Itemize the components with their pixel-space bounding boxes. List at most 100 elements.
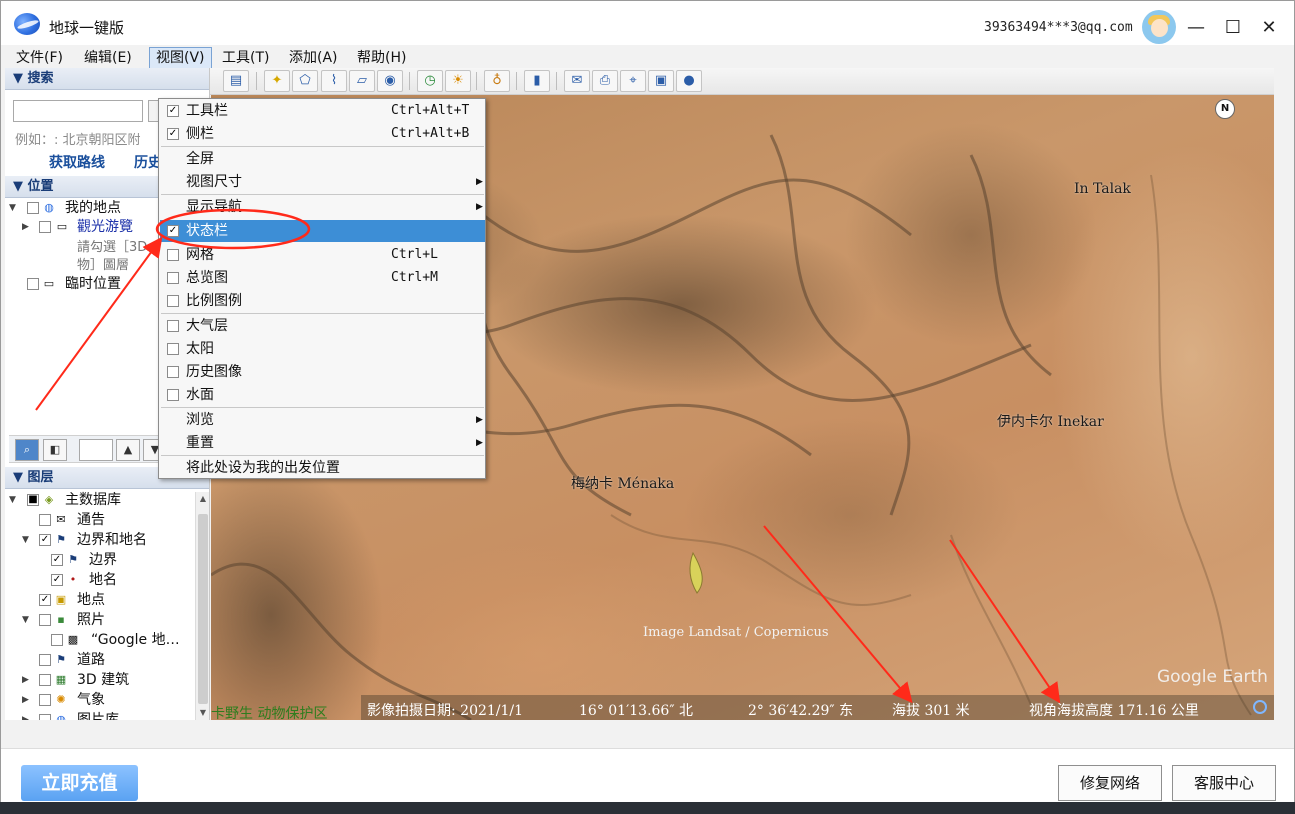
layer-photos[interactable]: ▼ ▪ 照片 <box>5 610 193 630</box>
ruler-icon[interactable]: ▮ <box>524 70 550 92</box>
bottom-bar: 立即充值 修复网络 客服中心 <box>1 748 1294 803</box>
layer-notices[interactable]: ✉ 通告 <box>5 510 193 530</box>
view-menu-scale-legend[interactable]: 比例图例 <box>160 290 485 312</box>
menu-add[interactable]: 添加(A) <box>283 47 344 69</box>
history-clock-icon[interactable]: ◷ <box>417 70 443 92</box>
title-bar: 地球一键版 39363494***3@qq.com — ☐ ✕ <box>1 1 1294 45</box>
close-button[interactable]: ✕ <box>1256 15 1282 41</box>
checkbox-unchecked <box>167 295 179 307</box>
view-menu-toolbar[interactable]: ✓ 工具栏 Ctrl+Alt+T <box>160 100 485 122</box>
avatar[interactable] <box>1142 10 1176 44</box>
streaming-indicator-icon <box>1253 700 1267 714</box>
layer-place-names[interactable]: ✓ • 地名 <box>5 570 193 590</box>
view-menu-grid[interactable]: 网格 Ctrl+L <box>160 244 485 266</box>
layer-borders[interactable]: ✓ ⚑ 边界 <box>5 550 193 570</box>
support-center-button[interactable]: 客服中心 <box>1172 765 1276 801</box>
nav-input[interactable] <box>79 439 113 461</box>
view-menu-water-surface[interactable]: 水面 <box>160 384 485 406</box>
photo-icon: ▪ <box>57 613 65 626</box>
google-earth-logo: Google Earth <box>1157 667 1268 687</box>
print-icon[interactable]: ⎙ <box>592 70 618 92</box>
view-menu-view-size[interactable]: 视图尺寸 ▶ <box>160 171 485 193</box>
placemark-icon[interactable]: ✦ <box>264 70 290 92</box>
places-panel-title: 位置 <box>27 179 54 194</box>
email-icon[interactable]: ✉ <box>564 70 590 92</box>
checkbox-unchecked <box>167 366 179 378</box>
status-eye-altitude: 视角海拔高度 171.16 公里 <box>1029 703 1199 719</box>
checkbox-unchecked <box>167 343 179 355</box>
view-menu-sun[interactable]: 太阳 <box>160 338 485 360</box>
place-icon: ▣ <box>55 593 67 606</box>
checkbox-unchecked <box>167 320 179 332</box>
view-menu-reset[interactable]: 重置 ▶ <box>160 432 485 454</box>
view-menu-set-start-location[interactable]: 将此处设为我的出发位置 <box>160 457 485 479</box>
menu-file[interactable]: 文件(F) <box>10 47 69 69</box>
layers-panel-title: 图层 <box>27 470 54 485</box>
app-window: 地球一键版 39363494***3@qq.com — ☐ ✕ 文件(F) 编辑… <box>0 0 1295 814</box>
search-panel-header[interactable]: ▼ 搜索 <box>5 68 209 90</box>
polygon-icon[interactable]: ⬠ <box>292 70 318 92</box>
status-elevation: 海拔 301 米 <box>892 703 970 719</box>
layers-scrollbar[interactable]: ▲ ▼ <box>195 492 209 720</box>
search-hint: 例如：: 北京朝阳区附 <box>15 133 141 148</box>
search-toggle-icon[interactable]: ⌕ <box>15 439 39 461</box>
view-menu-historical-imagery[interactable]: 历史图像 <box>160 361 485 383</box>
maximize-button[interactable]: ☐ <box>1220 15 1246 41</box>
map-label-reserve: 卡野生 动物保护区 <box>211 706 328 720</box>
move-up-icon[interactable]: ▲ <box>116 439 140 461</box>
database-icon: ◈ <box>44 493 54 506</box>
tour-icon[interactable]: ◉ <box>377 70 403 92</box>
layer-primary-db[interactable]: ▼ ■ ◈ 主数据库 <box>5 490 193 510</box>
menu-tools[interactable]: 工具(T) <box>216 47 275 69</box>
layer-gallery[interactable]: ▶ ◍ 图片库 <box>5 710 193 720</box>
account-email[interactable]: 39363494***3@qq.com <box>984 20 1133 35</box>
layer-3d-buildings[interactable]: ▶ ▦ 3D 建筑 <box>5 670 193 690</box>
save-image-icon[interactable]: ▣ <box>648 70 674 92</box>
view-menu-atmosphere[interactable]: 大气层 <box>160 315 485 337</box>
menu-help[interactable]: 帮助(H) <box>351 47 412 69</box>
repair-network-button[interactable]: 修复网络 <box>1058 765 1162 801</box>
gallery-icon: ◍ <box>56 713 66 721</box>
map-label-inekar: 伊内卡尔 Inekar <box>997 414 1104 430</box>
view-menu-overview[interactable]: 总览图 Ctrl+M <box>160 267 485 289</box>
view-menu-fullscreen[interactable]: 全屏 <box>160 148 485 170</box>
sidebar-toggle-icon[interactable]: ▤ <box>223 70 249 92</box>
status-imagery-date: 影像拍摄日期: 2021/1/1 <box>367 703 524 719</box>
sun-icon: ✺ <box>56 693 66 706</box>
os-taskbar <box>0 802 1295 814</box>
status-longitude: 2° 36′42.29″ 东 <box>748 703 854 719</box>
places-note-1: 請勾選［3D <box>77 240 148 255</box>
map-label-in-talak: In Talak <box>1074 181 1131 197</box>
submenu-arrow-icon: ▶ <box>476 177 483 187</box>
overlay-icon[interactable]: ▱ <box>349 70 375 92</box>
scroll-thumb[interactable] <box>198 514 208 704</box>
view-menu-sidebar[interactable]: ✓ 侧栏 Ctrl+Alt+B <box>160 123 485 145</box>
layer-roads[interactable]: ⚑ 道路 <box>5 650 193 670</box>
layer-borders-labels[interactable]: ▼ ✓ ⚑ 边界和地名 <box>5 530 193 550</box>
sunlight-icon[interactable]: ☀ <box>445 70 471 92</box>
north-compass-icon[interactable]: N <box>1215 99 1235 119</box>
recharge-button[interactable]: 立即充值 <box>21 765 138 801</box>
checkbox-unchecked <box>167 272 179 284</box>
view-in-maps-icon[interactable]: ⌖ <box>620 70 646 92</box>
layer-places[interactable]: ✓ ▣ 地点 <box>5 590 193 610</box>
earth-globe-icon[interactable]: ● <box>676 70 702 92</box>
view-menu-show-nav[interactable]: 显示导航 ▶ <box>160 196 485 218</box>
submenu-arrow-icon: ▶ <box>476 202 483 212</box>
menu-view[interactable]: 视图(V) <box>149 47 212 69</box>
view-menu-status-bar[interactable]: ✓ 状态栏 <box>160 220 485 242</box>
planet-icon[interactable]: ♁ <box>484 70 510 92</box>
layout-toggle-icon[interactable]: ◧ <box>43 439 67 461</box>
checkbox-checked: ✓ <box>167 225 179 237</box>
checkbox-unchecked <box>167 249 179 261</box>
view-menu-explore[interactable]: 浏览 ▶ <box>160 409 485 431</box>
layer-google-photos[interactable]: ▩ “Google 地… <box>5 630 193 650</box>
search-input[interactable] <box>13 100 143 122</box>
globe-icon: ◍ <box>44 201 54 214</box>
app-logo-icon <box>14 13 40 35</box>
minimize-button[interactable]: — <box>1183 15 1209 41</box>
layer-weather[interactable]: ▶ ✺ 气象 <box>5 690 193 710</box>
path-icon[interactable]: ⌇ <box>321 70 347 92</box>
menu-edit[interactable]: 编辑(E) <box>78 47 138 69</box>
get-route-link[interactable]: 获取路线 <box>49 152 105 172</box>
